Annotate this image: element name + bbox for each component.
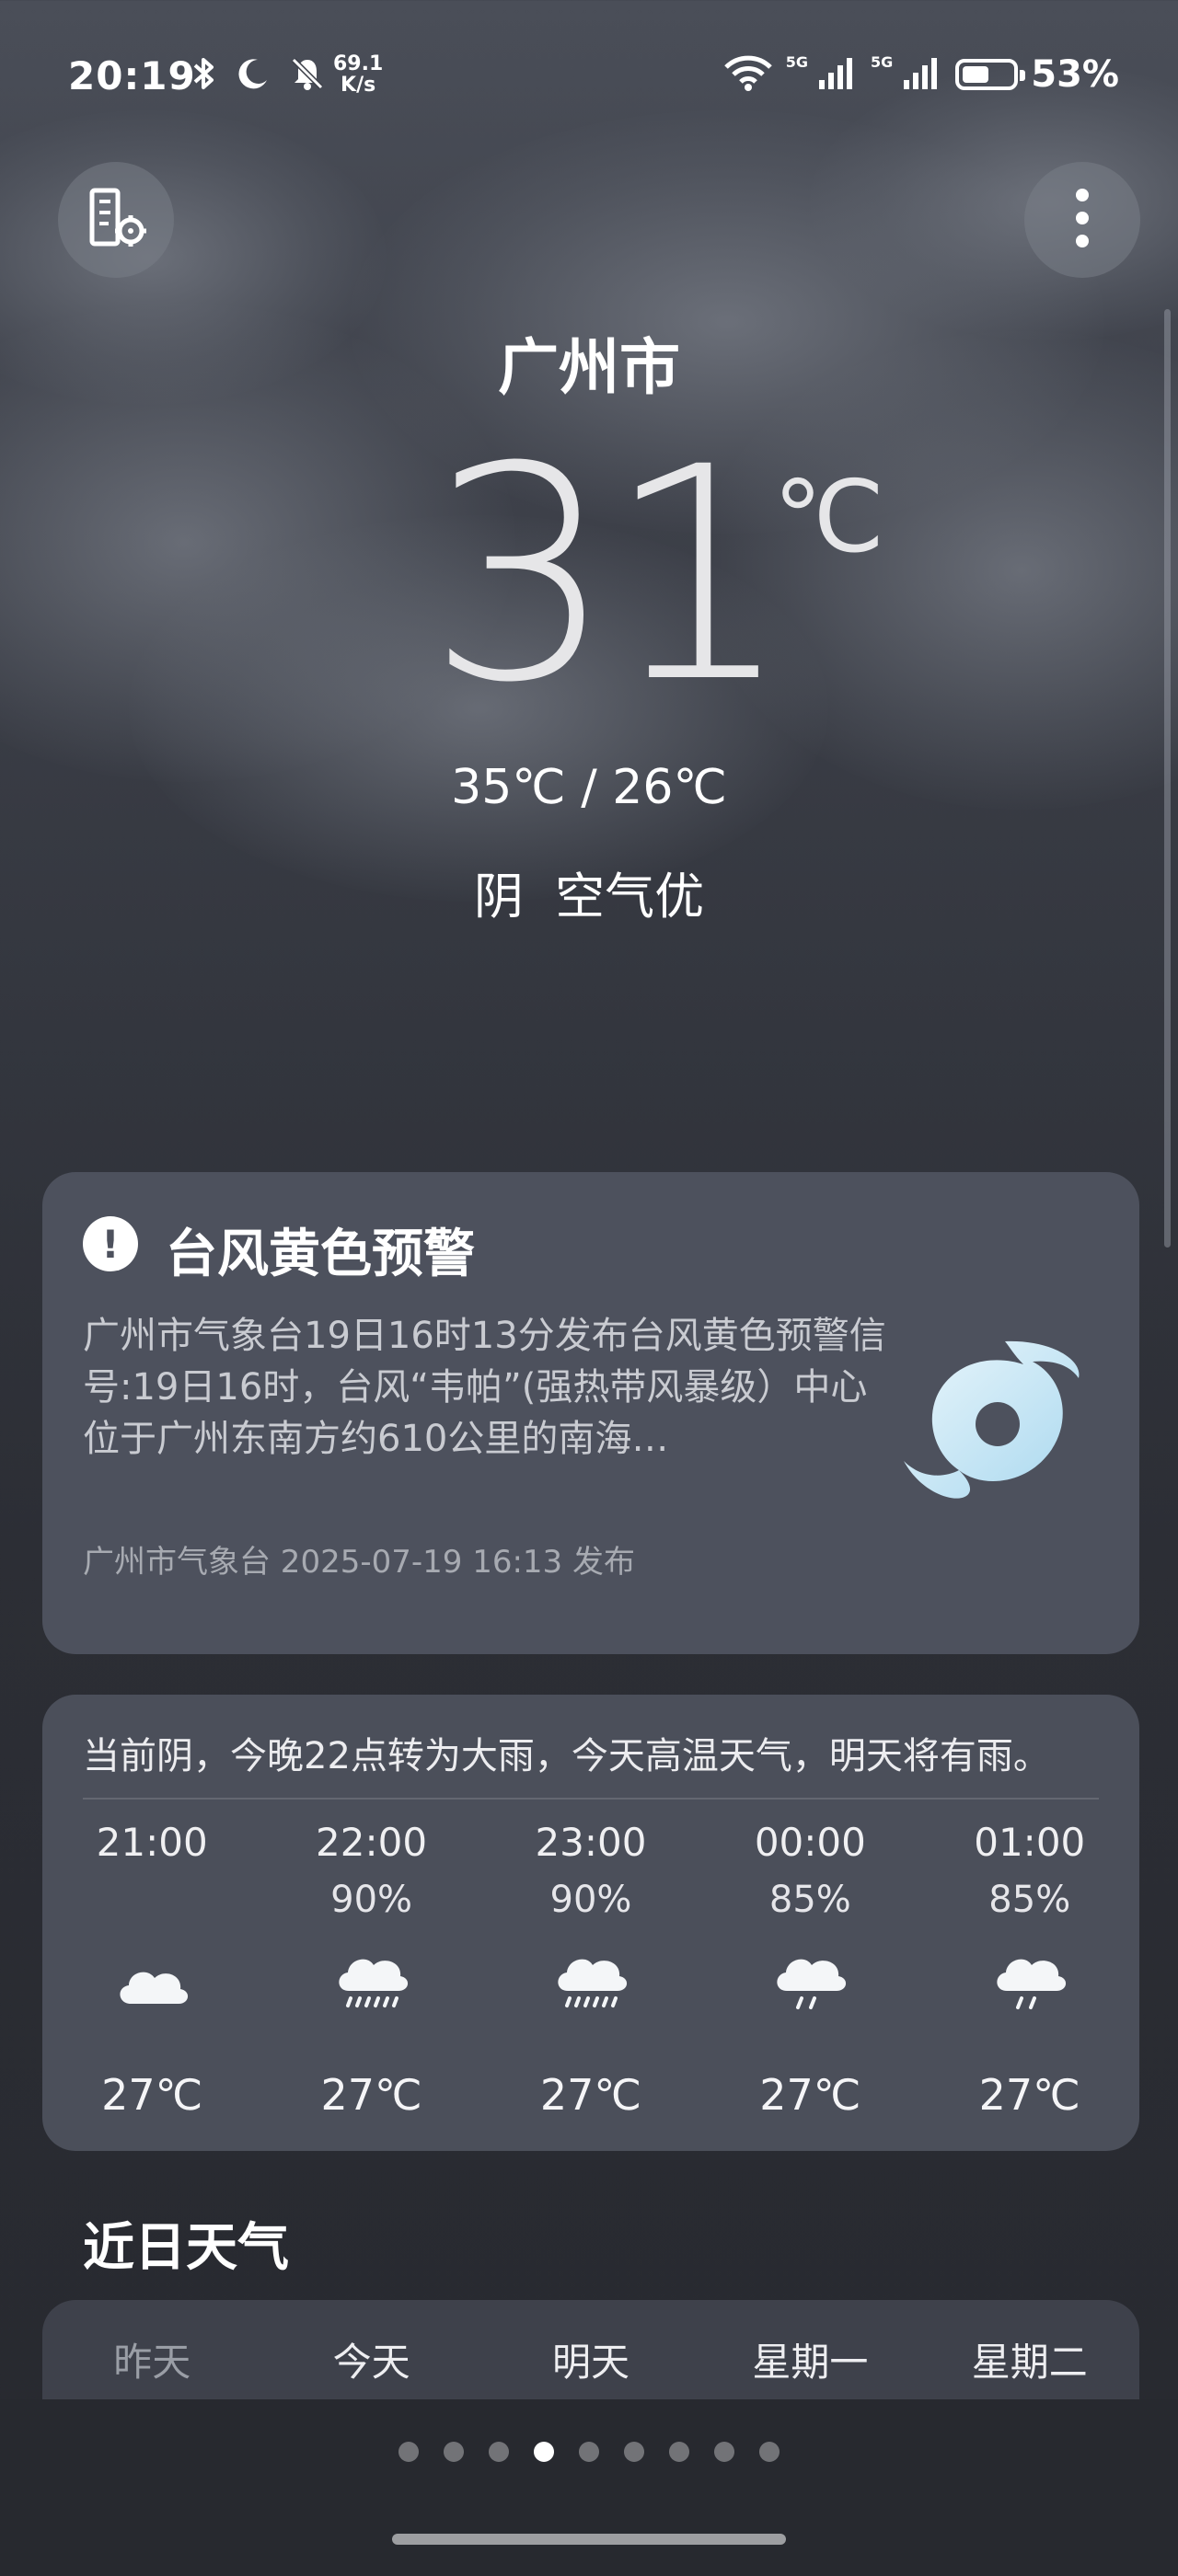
do-not-disturb-moon-icon bbox=[236, 56, 271, 95]
alert-description: 广州市气象台19日16时13分发布台风黄色预警信号:19日16时，台风“韦帕”(… bbox=[83, 1315, 886, 1460]
current-temperature: 31 bbox=[427, 405, 792, 747]
hour-item: 00:00 85% 27℃ bbox=[754, 1820, 866, 2120]
city-page-indicator[interactable] bbox=[0, 2442, 1178, 2462]
status-bar: 20:19 69.1 K/s 5G 5G 53% bbox=[68, 52, 1119, 99]
page-dot[interactable] bbox=[534, 2442, 554, 2462]
typhoon-icon bbox=[895, 1323, 1097, 1525]
bluetooth-icon bbox=[191, 55, 217, 96]
forecast-summary: 当前阴，今晚22点转为大雨，今天高温天气，明天将有雨。 bbox=[83, 1735, 1050, 1777]
city-management-button[interactable] bbox=[58, 162, 174, 278]
light-rain-icon bbox=[988, 1947, 1071, 2020]
hourly-forecast-card[interactable]: 当前阴，今晚22点转为大雨，今天高温天气，明天将有雨。 21:00 27℃ 22… bbox=[42, 1695, 1139, 2151]
hour-item: 23:00 90% 27℃ bbox=[535, 1820, 647, 2120]
alert-title: 台风黄色预警 bbox=[166, 1225, 475, 1284]
heavy-rain-icon bbox=[330, 1947, 413, 2020]
home-indicator[interactable] bbox=[392, 2534, 786, 2545]
more-vertical-icon bbox=[1073, 186, 1091, 254]
light-rain-icon bbox=[768, 1947, 851, 2020]
status-time: 20:19 bbox=[68, 53, 196, 98]
page-dot[interactable] bbox=[714, 2442, 734, 2462]
temperature-unit: ℃ bbox=[773, 460, 885, 575]
battery-icon bbox=[955, 59, 1026, 90]
city-settings-icon bbox=[83, 185, 149, 255]
city-name[interactable]: 广州市 bbox=[0, 318, 1178, 407]
hour-item: 21:00 27℃ bbox=[96, 1820, 208, 2120]
alert-publish-info: 广州市气象台 2025-07-19 16:13 发布 bbox=[83, 1544, 635, 1581]
network-speed: 69.1 K/s bbox=[333, 52, 384, 97]
page-dot[interactable] bbox=[624, 2442, 644, 2462]
warning-icon: ! bbox=[83, 1216, 138, 1271]
day-item[interactable]: 明天 bbox=[481, 2331, 700, 2387]
page-dot[interactable] bbox=[759, 2442, 780, 2462]
day-list: 昨天 今天 明天 星期一 星期二 bbox=[42, 2331, 1139, 2387]
hourly-list[interactable]: 21:00 27℃ 22:00 90% 27℃ 23:00 90% 27℃ 00… bbox=[42, 1820, 1139, 2133]
hour-item: 01:00 85% 27℃ bbox=[974, 1820, 1086, 2120]
silent-bell-icon bbox=[289, 55, 326, 96]
page-dot[interactable] bbox=[444, 2442, 464, 2462]
day-item[interactable]: 星期一 bbox=[700, 2331, 919, 2387]
page-dot[interactable] bbox=[579, 2442, 599, 2462]
day-item[interactable]: 昨天 bbox=[42, 2331, 261, 2387]
page-dot[interactable] bbox=[398, 2442, 419, 2462]
signal-icon-2 bbox=[902, 54, 942, 95]
day-item[interactable]: 今天 bbox=[261, 2331, 480, 2387]
day-item[interactable]: 星期二 bbox=[920, 2331, 1139, 2387]
wifi-icon bbox=[723, 54, 773, 95]
divider bbox=[83, 1798, 1099, 1800]
hour-item: 22:00 90% 27℃ bbox=[316, 1820, 428, 2120]
high-low-temperature: 35℃ / 26℃ bbox=[451, 760, 727, 815]
page-dot[interactable] bbox=[669, 2442, 689, 2462]
typhoon-alert-card[interactable]: ! 台风黄色预警 广州市气象台19日16时13分发布台风黄色预警信号:19日16… bbox=[42, 1172, 1139, 1654]
page-dot[interactable] bbox=[489, 2442, 509, 2462]
cloudy-icon bbox=[110, 1947, 193, 2020]
bottom-fade bbox=[0, 2399, 1178, 2576]
battery-percent: 53% bbox=[1031, 53, 1119, 96]
recent-weather-title: 近日天气 bbox=[83, 2218, 289, 2278]
signal-icon bbox=[817, 54, 858, 95]
more-options-button[interactable] bbox=[1024, 162, 1140, 278]
daily-forecast-card[interactable]: 昨天 今天 明天 星期一 星期二 bbox=[42, 2300, 1139, 2401]
weather-condition: 阴 空气优 bbox=[473, 868, 705, 926]
heavy-rain-icon bbox=[549, 1947, 632, 2020]
